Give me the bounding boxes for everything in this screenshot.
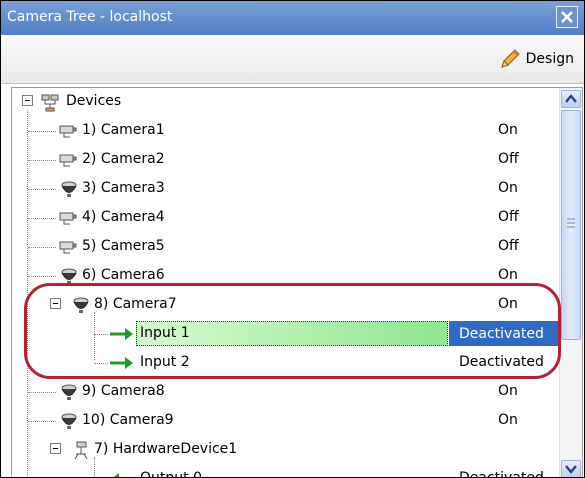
- box-camera-icon: [59, 212, 77, 225]
- camera-tree-window: Camera Tree - localhost Design Devices 1…: [0, 0, 585, 478]
- tree-row-devices[interactable]: Devices: [12, 88, 558, 117]
- scroll-up-button[interactable]: [561, 90, 581, 108]
- tree-row-status: Deactivated: [459, 470, 544, 478]
- tree-row-label: 10) Camera9: [82, 412, 174, 428]
- tree-row-camera[interactable]: 1) Camera1 On: [12, 117, 558, 146]
- tree-row-label: Input 2: [140, 354, 190, 370]
- network-icon: [41, 94, 59, 112]
- tree-row-camera[interactable]: 4) Camera4 Off: [12, 204, 558, 233]
- tree-row-label: Devices: [66, 93, 122, 109]
- tree-row-status: Deactivated: [459, 354, 544, 370]
- input-arrow-icon: [110, 328, 133, 340]
- tree-connector: [28, 247, 56, 248]
- scroll-down-button[interactable]: [561, 460, 581, 477]
- chevron-up-icon: [565, 94, 577, 103]
- tree-row-status: On: [498, 267, 518, 283]
- design-button[interactable]: Design: [498, 47, 574, 71]
- tree-row-status: On: [498, 180, 518, 196]
- grip-icon: [567, 218, 575, 228]
- tree-row-status: On: [498, 383, 518, 399]
- tree-row-label: 9) Camera8: [82, 383, 165, 399]
- tree-panel: Devices 1) Camera1 On 2) Camera2 Off 3) …: [11, 87, 583, 478]
- tree-row-camera[interactable]: 9) Camera8 On: [12, 378, 558, 407]
- dome-camera-icon: [73, 297, 89, 313]
- chevron-down-icon: [565, 465, 577, 474]
- dome-camera-icon: [61, 181, 77, 197]
- tree-row-hardware-device[interactable]: 7) HardwareDevice1: [12, 436, 558, 465]
- close-icon: [561, 11, 573, 23]
- window-title: Camera Tree - localhost: [7, 9, 173, 25]
- dome-camera-icon: [61, 384, 77, 400]
- box-camera-icon: [59, 241, 77, 254]
- tree-row-camera[interactable]: 5) Camera5 Off: [12, 233, 558, 262]
- tree-row-status: Deactivated: [459, 326, 544, 342]
- status-selection: Deactivated: [449, 321, 558, 346]
- tree-connector: [28, 189, 56, 190]
- tree-row-camera[interactable]: 6) Camera6 On: [12, 262, 558, 291]
- tree-row-label: 1) Camera1: [82, 122, 165, 138]
- box-camera-icon: [59, 125, 77, 138]
- tree-row-camera[interactable]: 2) Camera2 Off: [12, 146, 558, 175]
- tree-row-label: Input 1: [140, 325, 190, 341]
- tree-connector: [28, 218, 56, 219]
- tree-row-status: On: [498, 296, 518, 312]
- tree-row-label: 7) HardwareDevice1: [94, 441, 238, 457]
- tree-connector: [94, 334, 108, 335]
- tree-row-status: Off: [498, 151, 519, 167]
- box-camera-icon: [59, 154, 77, 167]
- hardware-device-icon: [74, 441, 88, 460]
- output-arrow-icon: [113, 473, 119, 477]
- tree-row-camera[interactable]: 3) Camera3 On: [12, 175, 558, 204]
- tree-row-status: On: [498, 412, 518, 428]
- tree-row-input-selected[interactable]: Input 1 Deactivated: [12, 320, 558, 349]
- tree-row-label: 8) Camera7: [94, 296, 177, 312]
- title-bar: Camera Tree - localhost: [1, 1, 584, 35]
- tree-row-status: On: [498, 122, 518, 138]
- scroll-thumb[interactable]: [561, 110, 581, 340]
- tree-row-label: Output 0: [140, 470, 202, 478]
- design-label: Design: [525, 51, 574, 67]
- tree-connector: [94, 363, 108, 364]
- tree-connector: [28, 160, 56, 161]
- tree-connector: [28, 421, 56, 422]
- tree-row-label: 4) Camera4: [82, 209, 165, 225]
- tree-row-label: 5) Camera5: [82, 238, 165, 254]
- dome-camera-icon: [61, 268, 77, 284]
- tree-row-camera[interactable]: 8) Camera7 On: [12, 291, 558, 320]
- tree-row-label: 3) Camera3: [82, 180, 165, 196]
- tree-connector: [28, 276, 56, 277]
- tree-row-label: 6) Camera6: [82, 267, 165, 283]
- pencil-icon: [500, 49, 520, 68]
- dome-camera-icon: [61, 413, 77, 429]
- tree-connector: [28, 392, 56, 393]
- tree-row-label: 2) Camera2: [82, 151, 165, 167]
- tree-row-input[interactable]: Input 2 Deactivated: [12, 349, 558, 378]
- collapse-icon[interactable]: [50, 443, 61, 454]
- tree-row-status: Off: [498, 209, 519, 225]
- collapse-icon[interactable]: [50, 298, 61, 309]
- tree-row-status: Off: [498, 238, 519, 254]
- tree-connector: [28, 131, 56, 132]
- close-button[interactable]: [556, 6, 578, 28]
- vertical-scrollbar[interactable]: [559, 88, 582, 477]
- tree-row-output[interactable]: Output 0 Deactivated: [12, 465, 558, 478]
- input-arrow-icon: [110, 357, 133, 369]
- toolbar: Design: [1, 35, 584, 84]
- tree-row-camera[interactable]: 10) Camera9 On: [12, 407, 558, 436]
- collapse-icon[interactable]: [22, 95, 33, 106]
